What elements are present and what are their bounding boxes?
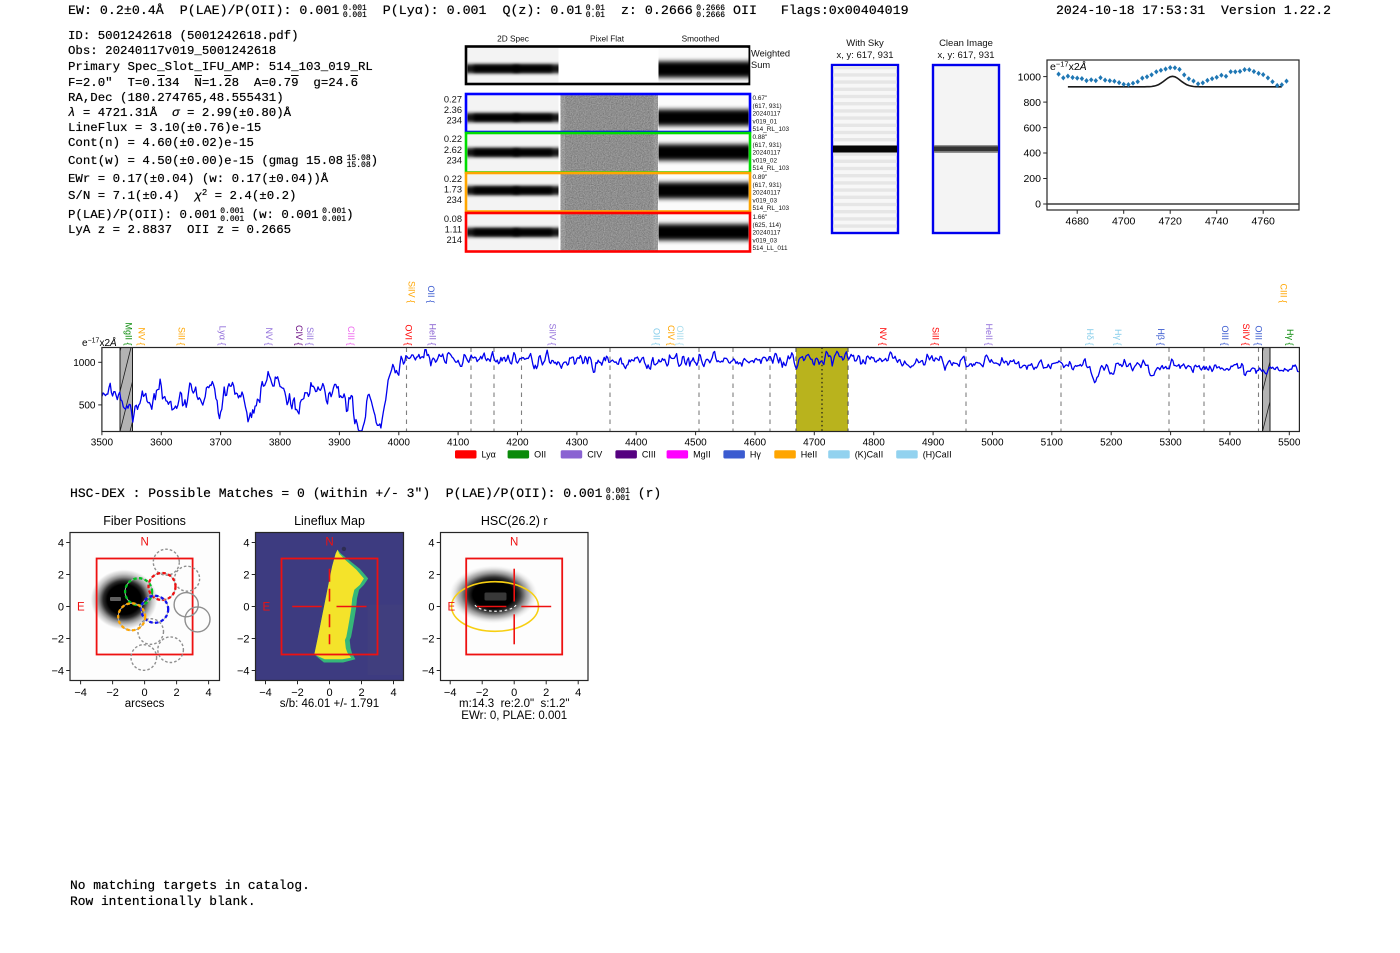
- svg-text:2: 2: [243, 570, 249, 582]
- svg-text:arcsecs: arcsecs: [125, 698, 165, 710]
- svg-text:2: 2: [58, 570, 64, 582]
- svg-text:−2: −2: [51, 634, 64, 646]
- svg-text:−4: −4: [237, 666, 250, 678]
- svg-text:4: 4: [428, 538, 434, 550]
- svg-text:−2: −2: [106, 687, 119, 699]
- svg-text:N: N: [510, 537, 518, 549]
- svg-text:m:14.3 re:2.0" s:1.2": m:14.3 re:2.0" s:1.2": [459, 698, 569, 710]
- svg-text:N: N: [325, 537, 333, 549]
- svg-text:EWr: 0, PLAE: 0.001: EWr: 0, PLAE: 0.001: [461, 710, 567, 722]
- svg-text:Lineflux Map: Lineflux Map: [294, 514, 365, 528]
- svg-text:s/b: 46.01 +/- 1.791: s/b: 46.01 +/- 1.791: [280, 698, 379, 710]
- svg-text:−4: −4: [74, 687, 87, 699]
- svg-text:4: 4: [575, 687, 581, 699]
- svg-text:−2: −2: [237, 634, 250, 646]
- svg-text:−4: −4: [422, 666, 435, 678]
- svg-text:E: E: [263, 602, 271, 614]
- svg-text:−4: −4: [259, 687, 272, 699]
- svg-text:E: E: [77, 602, 85, 614]
- svg-text:0: 0: [243, 602, 249, 614]
- svg-text:−2: −2: [422, 634, 435, 646]
- svg-text:E: E: [448, 602, 456, 614]
- svg-text:−4: −4: [444, 687, 457, 699]
- svg-text:4: 4: [390, 687, 396, 699]
- svg-text:0: 0: [58, 602, 64, 614]
- svg-text:2: 2: [174, 687, 180, 699]
- svg-text:−4: −4: [51, 666, 64, 678]
- svg-text:0: 0: [428, 602, 434, 614]
- svg-text:4: 4: [58, 538, 64, 550]
- svg-text:N: N: [140, 537, 148, 549]
- svg-text:2: 2: [428, 570, 434, 582]
- svg-text:HSC(26.2) r: HSC(26.2) r: [481, 514, 548, 528]
- svg-text:Fiber Positions: Fiber Positions: [103, 514, 186, 528]
- svg-text:4: 4: [206, 687, 212, 699]
- svg-text:4: 4: [243, 538, 249, 550]
